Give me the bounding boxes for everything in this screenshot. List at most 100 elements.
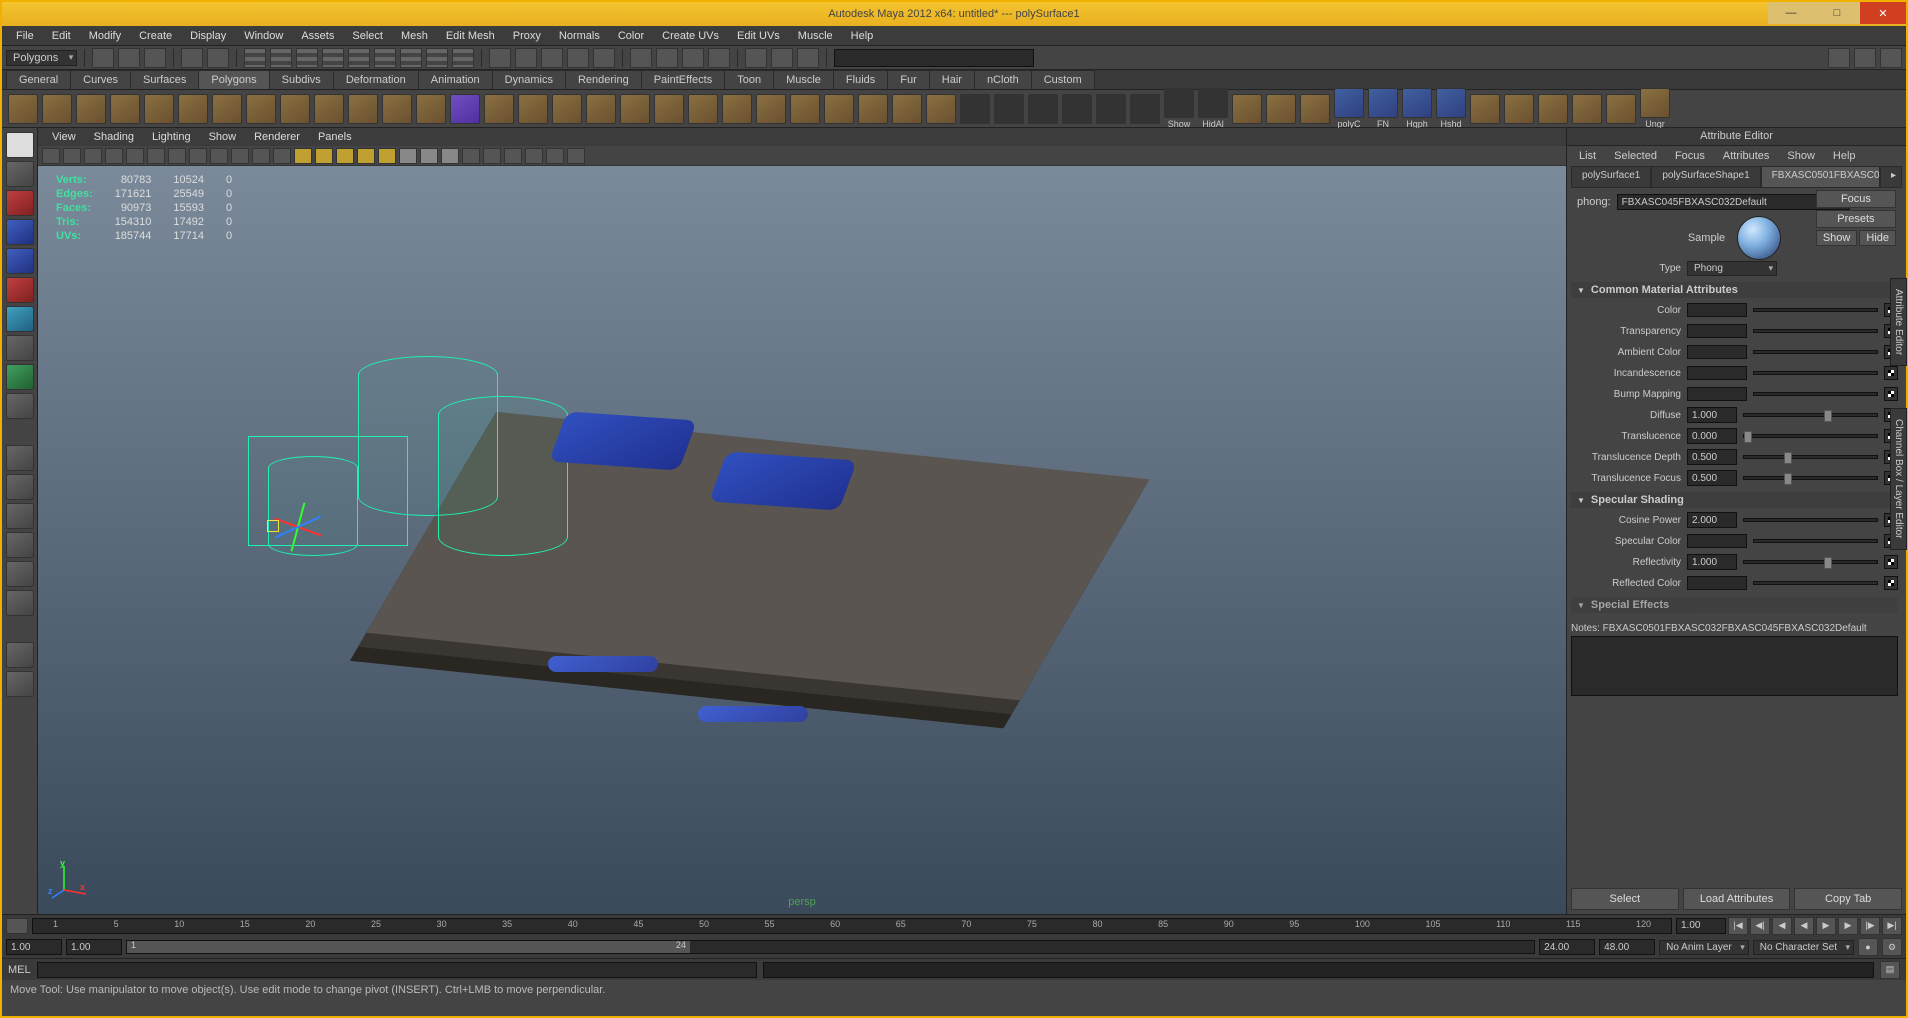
show-manip-tool-icon[interactable] [6, 364, 34, 390]
attr-color-swatch[interactable] [1687, 534, 1747, 548]
shelf-display-icon[interactable] [1096, 94, 1126, 124]
attr-color-swatch[interactable] [1687, 387, 1747, 401]
shelf-tab-rendering[interactable]: Rendering [565, 70, 642, 89]
ae-tab[interactable]: polySurfaceShape1 [1651, 166, 1760, 188]
step-forward-key-button[interactable]: |▶ [1860, 917, 1880, 935]
shelf-tab-hair[interactable]: Hair [929, 70, 975, 89]
menu-modify[interactable]: Modify [81, 28, 129, 44]
vp-menu-renderer[interactable]: Renderer [246, 130, 308, 144]
ae-menu-list[interactable]: List [1571, 148, 1604, 164]
attr-value-field[interactable] [1687, 554, 1737, 570]
viewport-toolbar-icon[interactable] [42, 148, 60, 164]
range-start-field[interactable] [66, 939, 122, 955]
range-end-field[interactable] [1539, 939, 1595, 955]
shelf-misc-icon[interactable] [1470, 94, 1500, 124]
attr-value-field[interactable] [1687, 428, 1737, 444]
viewport-toolbar-icon[interactable] [294, 148, 312, 164]
time-slider-track[interactable]: 1510152025303540455055606570758085909510… [32, 918, 1672, 934]
viewport-toolbar-icon[interactable] [399, 148, 417, 164]
shelf-tab-painteffects[interactable]: PaintEffects [641, 70, 726, 89]
shelf-tab-dynamics[interactable]: Dynamics [492, 70, 566, 89]
viewport-toolbar-icon[interactable] [273, 148, 291, 164]
soft-mod-tool-icon[interactable] [6, 335, 34, 361]
shelf-tab-custom[interactable]: Custom [1031, 70, 1095, 89]
select-mask-icon[interactable] [322, 48, 344, 68]
shelf-primitive-icon[interactable] [280, 94, 310, 124]
prefs-button[interactable]: ⚙ [1882, 938, 1902, 956]
new-scene-icon[interactable] [92, 48, 114, 68]
minimize-button[interactable]: — [1768, 2, 1814, 24]
attr-slider[interactable] [1753, 581, 1878, 585]
shelf-misc-icon[interactable] [1232, 94, 1262, 124]
shelf-tab-animation[interactable]: Animation [418, 70, 493, 89]
range-slider-track[interactable]: 1 24 [126, 940, 1535, 954]
shelf-polytool-icon[interactable] [654, 94, 684, 124]
shelf-polytool-icon[interactable] [892, 94, 922, 124]
attr-map-button[interactable] [1884, 555, 1898, 569]
attribute-editor-side-tab[interactable]: Attribute Editor [1890, 278, 1907, 366]
ae-menu-help[interactable]: Help [1825, 148, 1864, 164]
shelf-tab-toon[interactable]: Toon [724, 70, 774, 89]
time-slider[interactable]: 1510152025303540455055606570758085909510… [2, 914, 1906, 936]
ae-menu-focus[interactable]: Focus [1667, 148, 1713, 164]
open-scene-icon[interactable] [118, 48, 140, 68]
menu-set-combo[interactable]: Polygons [6, 50, 77, 66]
shelf-primitive-icon[interactable] [178, 94, 208, 124]
attr-color-swatch[interactable] [1687, 576, 1747, 590]
attr-value-field[interactable] [1687, 407, 1737, 423]
render-settings-icon[interactable] [708, 48, 730, 68]
menu-create[interactable]: Create [131, 28, 180, 44]
shelf-fn-icon[interactable] [1368, 88, 1398, 118]
script-editor-icon[interactable] [6, 642, 34, 668]
attr-value-field[interactable] [1687, 470, 1737, 486]
attr-slider[interactable] [1743, 413, 1878, 417]
shelf-polytool-icon[interactable] [688, 94, 718, 124]
shelf-tab-deformation[interactable]: Deformation [333, 70, 419, 89]
shelf-hidal-icon[interactable] [1198, 88, 1228, 118]
menu-display[interactable]: Display [182, 28, 234, 44]
anim-layer-combo[interactable]: No Anim Layer [1659, 940, 1749, 955]
shelf-primitive-icon[interactable] [246, 94, 276, 124]
redo-icon[interactable] [207, 48, 229, 68]
paint-select-tool-icon[interactable] [6, 190, 34, 216]
shelf-tab-ncloth[interactable]: nCloth [974, 70, 1032, 89]
last-tool-icon[interactable] [6, 393, 34, 419]
timeline-menu-icon[interactable] [6, 918, 28, 934]
snap-plane-icon[interactable] [567, 48, 589, 68]
shelf-primitive-icon[interactable] [212, 94, 242, 124]
rotate-tool-icon[interactable] [6, 248, 34, 274]
viewport-toolbar-icon[interactable] [147, 148, 165, 164]
section-common-material[interactable]: Common Material Attributes [1571, 282, 1898, 298]
viewport-toolbar-icon[interactable] [525, 148, 543, 164]
four-pane-layout-icon[interactable] [6, 474, 34, 500]
shelf-primitive-icon[interactable] [416, 94, 446, 124]
command-input[interactable] [834, 49, 1034, 67]
shelf-misc-icon[interactable] [1606, 94, 1636, 124]
snap-live-icon[interactable] [593, 48, 615, 68]
ae-copy-tab-button[interactable]: Copy Tab [1794, 888, 1902, 910]
shelf-primitive-icon[interactable] [76, 94, 106, 124]
script-editor-button[interactable]: ▤ [1880, 961, 1900, 979]
viewport-toolbar-icon[interactable] [252, 148, 270, 164]
vp-menu-view[interactable]: View [44, 130, 84, 144]
command-language-label[interactable]: MEL [8, 964, 31, 976]
viewport-toolbar-icon[interactable] [63, 148, 81, 164]
viewport-toolbar-icon[interactable] [483, 148, 501, 164]
viewport-toolbar-icon[interactable] [462, 148, 480, 164]
close-button[interactable]: ✕ [1860, 2, 1906, 24]
shelf-primitive-icon[interactable] [110, 94, 140, 124]
step-forward-button[interactable]: ▶ [1838, 917, 1858, 935]
select-mask-icon[interactable] [270, 48, 292, 68]
shelf-tab-fur[interactable]: Fur [887, 70, 930, 89]
shelf-tab-surfaces[interactable]: Surfaces [130, 70, 199, 89]
viewport-toolbar-icon[interactable] [210, 148, 228, 164]
shelf-display-icon[interactable] [994, 94, 1024, 124]
play-back-button[interactable]: ◀ [1794, 917, 1814, 935]
attr-slider[interactable] [1753, 539, 1878, 543]
layout-icon[interactable] [797, 48, 819, 68]
ae-menu-show[interactable]: Show [1779, 148, 1823, 164]
ae-load-attributes-button[interactable]: Load Attributes [1683, 888, 1791, 910]
vp-menu-lighting[interactable]: Lighting [144, 130, 199, 144]
viewport-toolbar-icon[interactable] [441, 148, 459, 164]
sidebar-toggle-icon[interactable] [1880, 48, 1902, 68]
